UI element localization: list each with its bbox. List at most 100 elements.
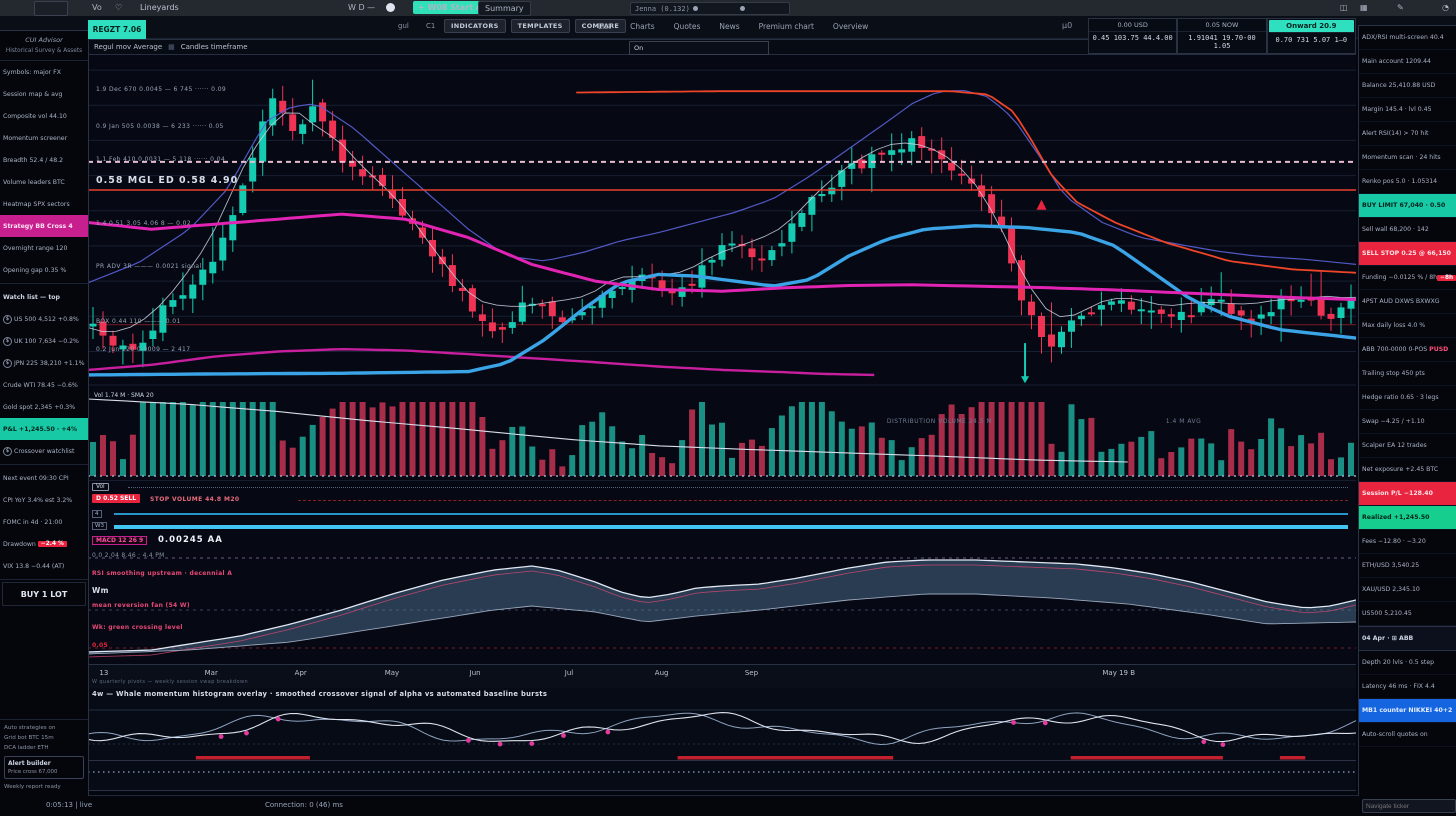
band2-tag[interactable]: W3 — [92, 522, 107, 530]
band1-tag[interactable]: 4 — [92, 510, 102, 518]
watchlist-item[interactable]: $UK 100 7,634 −0.2% — [0, 330, 88, 352]
watchlist-item[interactable]: Symbols: major FX — [0, 61, 88, 83]
orders-row[interactable]: Fees −12.80 · −3.20 — [1359, 530, 1456, 554]
panel-toggle-icon[interactable]: ◫ — [1340, 1, 1348, 14]
orders-row[interactable]: ABB 700-0000 0-POSPUSD — [1359, 338, 1456, 362]
summary-button[interactable]: Summary — [478, 1, 531, 16]
watchlist-item[interactable]: Watch list — top — [0, 286, 88, 308]
menu-item-premium-chart[interactable]: Premium chart — [759, 22, 814, 31]
ticker-nav-input[interactable] — [1362, 799, 1456, 813]
oscillator-canvas[interactable] — [88, 688, 1356, 790]
chart-tab[interactable]: REGZT 7.06 — [88, 20, 146, 39]
watchlist-item[interactable]: Breadth 52.4 / 48.2 — [0, 149, 88, 171]
orders-row[interactable]: US500 5,210.45 — [1359, 602, 1456, 626]
account-box[interactable]: 0.05 NOW 1.91041 19.70-00 1.05 — [1177, 18, 1266, 54]
menu-item-charts[interactable]: Charts — [630, 22, 655, 31]
orders-row[interactable]: Session P/L −128.40 — [1359, 482, 1456, 506]
orders-row[interactable]: Swap −4.25 / +1.10 — [1359, 410, 1456, 434]
vol-tag[interactable]: Vol — [92, 483, 109, 491]
volume-panel[interactable]: Vol 1.74 M · SMA 20 DISTRIBUTION VOLUME … — [88, 390, 1356, 480]
symbol-label[interactable]: Regul mov Average — [94, 43, 162, 51]
watchlist-item[interactable]: P&L +1,245.50 · +4% — [0, 418, 88, 440]
grid-layout-icon[interactable]: ▦ — [1360, 1, 1368, 14]
watchlist-item[interactable]: FOMC in 4d · 21:00 — [0, 511, 88, 533]
orders-row[interactable]: Net exposure +2.45 BTC — [1359, 458, 1456, 482]
account-box-highlight[interactable]: Onward 20.9 0.70 731 5.07 1—0 — [1267, 18, 1356, 54]
watchlist-item[interactable]: VIX 13.8 −0.44 (AT) — [0, 555, 88, 577]
slider-handle[interactable] — [740, 6, 745, 11]
watchlist-item[interactable]: Volume leaders BTC — [0, 171, 88, 193]
main-chart-canvas[interactable] — [88, 55, 1356, 390]
orders-row[interactable]: Depth 20 lvls · 0.5 step — [1359, 651, 1456, 675]
orders-row[interactable]: Scalper EA 12 trades — [1359, 434, 1456, 458]
macd-canvas[interactable] — [88, 548, 1356, 664]
orders-row[interactable]: Momentum scan · 24 hits — [1359, 146, 1456, 170]
orders-row[interactable]: ETH/USD 3,540.25 — [1359, 554, 1456, 578]
watchlist-item[interactable]: CPI YoY 3.4% est 3.2% — [0, 489, 88, 511]
account-badge[interactable]: Onward 20.9 — [1269, 20, 1354, 33]
orders-row[interactable]: XAU/USD 2,345.10 — [1359, 578, 1456, 602]
main-price-chart[interactable]: 1.9 Dec 670 0.0045 — 6 745 ······ 0.090.… — [88, 55, 1356, 390]
watchlist-item[interactable]: Gold spot 2,345 +0.3% — [0, 396, 88, 418]
orders-row[interactable]: Max daily loss 4.0 % — [1359, 314, 1456, 338]
window-controls[interactable] — [34, 1, 68, 16]
orders-row[interactable]: 4PST AUD DXWS BXWXG — [1359, 290, 1456, 314]
grid-icon[interactable]: ▦ — [168, 43, 175, 51]
orders-row[interactable]: Renko pos 5.0 · 1.05314 — [1359, 170, 1456, 194]
favorites-icon[interactable]: ♡ — [115, 1, 122, 14]
avatar[interactable] — [386, 3, 395, 12]
orders-row[interactable]: BUY LIMIT 67,040 · 0.50 — [1359, 194, 1456, 218]
orders-row[interactable]: Main account 1209.44 — [1359, 50, 1456, 74]
watchlist-item[interactable]: Overnight range 120 — [0, 237, 88, 259]
alert-builder-box[interactable]: Alert builder Price cross 67,000 — [4, 756, 84, 779]
menu-item-quotes[interactable]: Quotes — [674, 22, 701, 31]
watchlist-item[interactable]: Momentum screener — [0, 127, 88, 149]
watchlist-item[interactable]: Strategy BB Cross 4 — [0, 215, 88, 237]
timeframe-label[interactable]: Candles timeframe — [181, 43, 248, 51]
menu-item-overview[interactable]: Overview — [833, 22, 868, 31]
watchlist-item[interactable]: Opening gap 0.35 % — [0, 259, 88, 281]
macd-band-panel[interactable]: 0.0 2.04 8.46 · 4.4 PMRSI smoothing upst… — [88, 548, 1356, 664]
watchlist-item[interactable]: Session map & avg — [0, 83, 88, 105]
annotate-icon[interactable]: ✎ — [1397, 1, 1404, 14]
watchlist-item[interactable]: $Crossover watchlist — [0, 440, 88, 462]
oscillator-panel[interactable]: 4w — Whale momentum histogram overlay · … — [88, 688, 1356, 791]
toolbar-chip-templates[interactable]: TEMPLATES — [511, 19, 570, 33]
watchlist-item[interactable]: $US 500 4,512 +0.8% — [0, 308, 88, 330]
orders-row[interactable]: Sell wall 68,200 · 142 — [1359, 218, 1456, 242]
slider-handle[interactable] — [693, 6, 698, 11]
orders-row[interactable]: Margin 145.4 · lvl 0.45 — [1359, 98, 1456, 122]
menu-item-news[interactable]: News — [719, 22, 739, 31]
sell-volume-tag[interactable]: D 0.52 SELL — [92, 494, 140, 503]
orders-row[interactable]: ADX/RSI multi-screen 40.4 — [1359, 26, 1456, 50]
mu-icon[interactable]: μ0 — [1062, 21, 1072, 30]
watchlist-item[interactable]: $JPN 225 38,210 +1.1% — [0, 352, 88, 374]
orders-row[interactable]: Latency 46 ms · FIX 4.4 — [1359, 675, 1456, 699]
macd-tag[interactable]: MACD 12 26 9 — [92, 536, 147, 545]
watchlist-item[interactable]: Drawdown−2.4 % — [0, 533, 88, 555]
orders-row[interactable]: Hedge ratio 0.65 · 3 legs — [1359, 386, 1456, 410]
globe-icon[interactable]: ◔ — [1442, 1, 1449, 14]
watchlist-item[interactable]: Crude WTI 78.45 −0.6% — [0, 374, 88, 396]
orders-row[interactable]: Funding −0.0125 % / 8h−8h — [1359, 266, 1456, 290]
watchlist-item[interactable]: Composite vol 44.10 — [0, 105, 88, 127]
shield-icon[interactable]: Vo — [92, 1, 102, 14]
orders-row[interactable]: SELL STOP 0.25 @ 66,150 — [1359, 242, 1456, 266]
orders-divider[interactable]: 04 Apr · ⊞ ABB — [1359, 626, 1456, 651]
watchlist-item[interactable]: Next event 09:30 CPI — [0, 467, 88, 489]
range-input[interactable] — [630, 2, 790, 15]
volume-canvas[interactable] — [88, 390, 1356, 480]
orders-row[interactable]: Trailing stop 450 pts — [1359, 362, 1456, 386]
watchlist-item[interactable]: Heatmap SPX sectors — [0, 193, 88, 215]
toolbar-chip-indicators[interactable]: INDICATORS — [444, 19, 506, 33]
buy-lot-button[interactable]: BUY 1 LOT — [2, 582, 86, 606]
time-axis[interactable]: W quarterly pivots — weekly session vwap… — [88, 664, 1356, 691]
on-toggle[interactable]: On — [629, 41, 769, 55]
menu-item-list[interactable]: List — [598, 22, 611, 31]
orders-row[interactable]: MB1 counter NIKKEI 40+2 — [1359, 699, 1456, 723]
orders-row[interactable]: Realized +1,245.50 — [1359, 506, 1456, 530]
account-box[interactable]: 0.00 USD 0.45 103.75 44.4.00 — [1088, 18, 1177, 54]
zoom-controls-icon[interactable]: W D — — [348, 1, 375, 14]
orders-row[interactable]: Auto-scroll quotes on — [1359, 723, 1456, 747]
orders-row[interactable]: Balance 25,410.88 USD — [1359, 74, 1456, 98]
